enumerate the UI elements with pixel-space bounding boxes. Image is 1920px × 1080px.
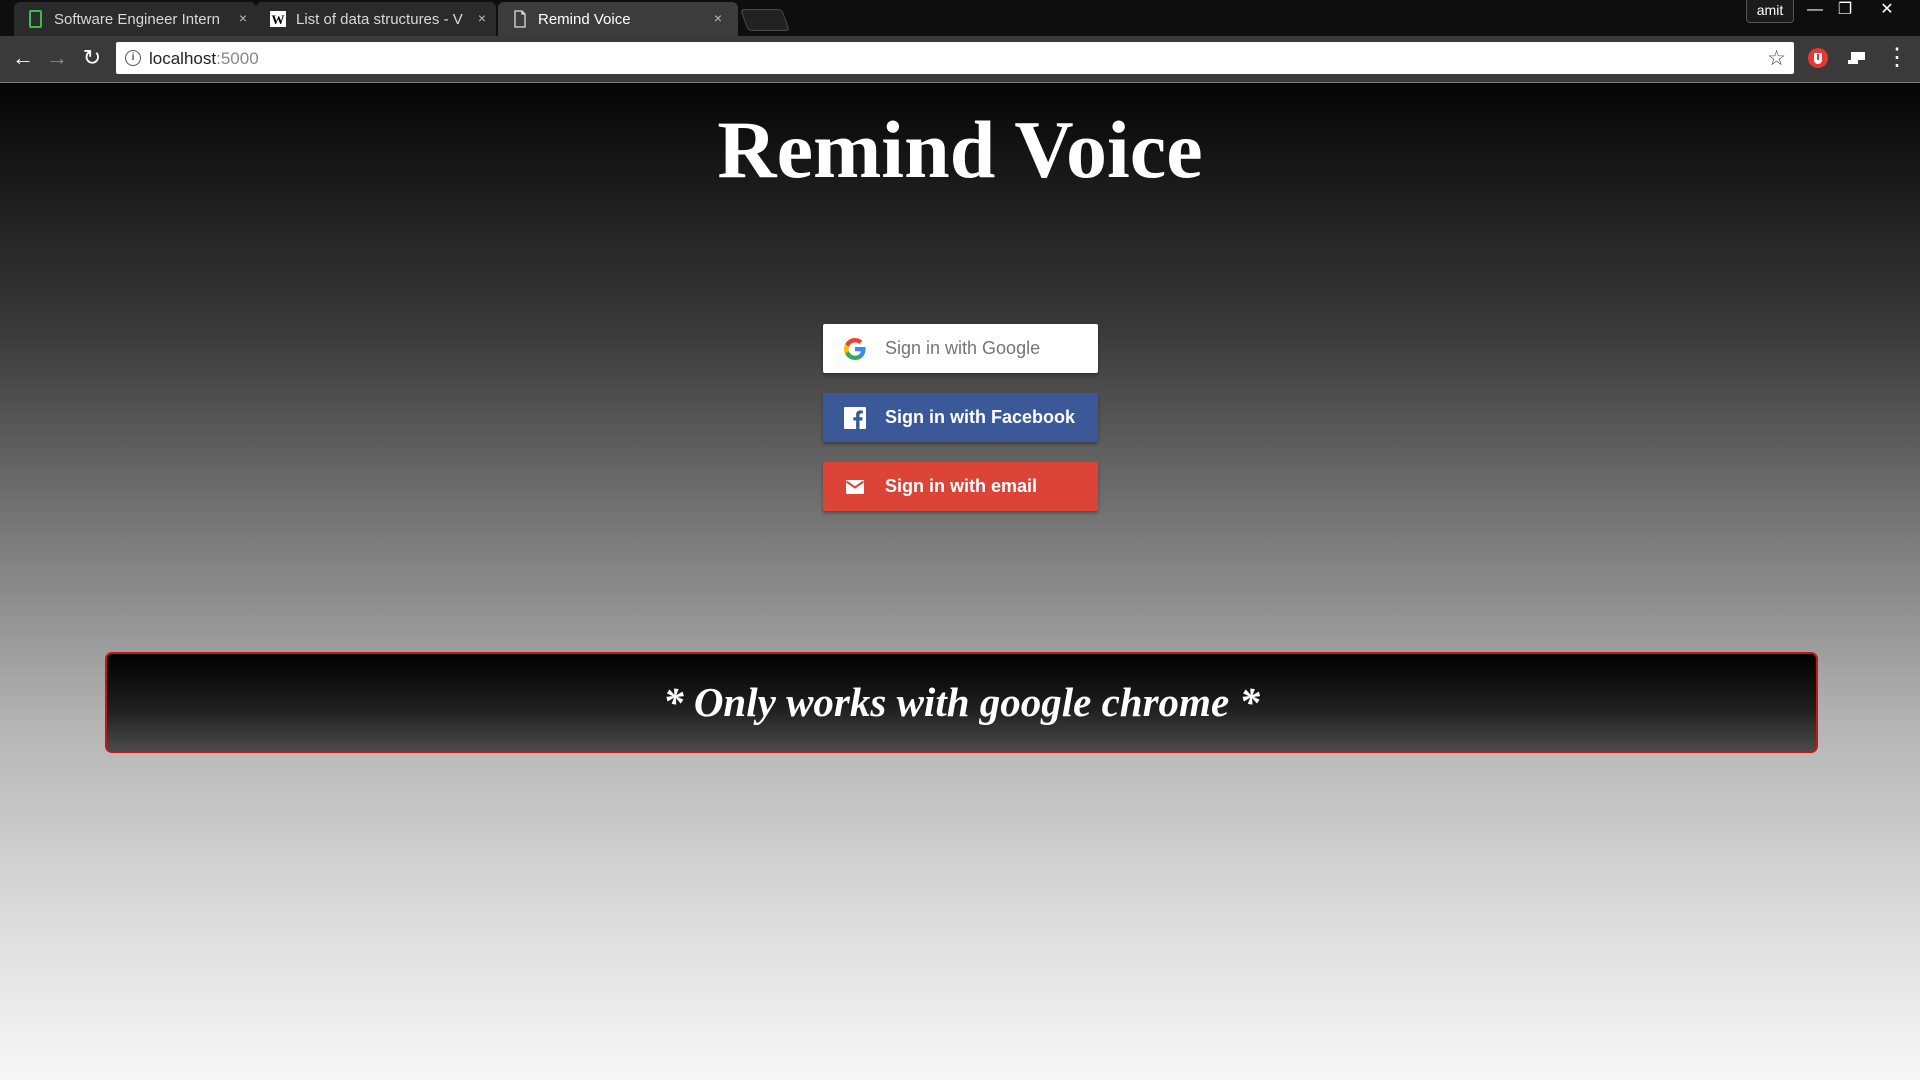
forward-arrow-icon[interactable]: →: [44, 45, 70, 71]
tab-close-icon[interactable]: ×: [235, 10, 251, 26]
svg-text:W: W: [272, 12, 285, 27]
browser-toolbar: ← → ↻ i localhost:5000 ☆ ⋮: [0, 36, 1920, 83]
info-icon[interactable]: i: [125, 50, 141, 66]
url-port: :5000: [216, 49, 259, 68]
tab-title: List of data structures - V: [296, 11, 463, 28]
sign-in-facebook-button[interactable]: Sign in with Facebook: [823, 393, 1098, 442]
document-icon: [514, 10, 526, 28]
reload-icon[interactable]: ↻: [79, 45, 105, 71]
address-bar[interactable]: i localhost:5000 ☆: [116, 42, 1794, 74]
restore-icon[interactable]: ❐: [1831, 0, 1859, 22]
browser-tab-strip: Software Engineer Intern × W List of dat…: [0, 0, 1920, 36]
sign-in-google-button[interactable]: Sign in with Google: [823, 324, 1098, 373]
url-text: localhost:5000: [149, 49, 259, 69]
adblock-extension-icon[interactable]: [1807, 47, 1829, 69]
green-page-icon: [29, 10, 42, 28]
sign-in-email-label: Sign in with email: [885, 476, 1038, 496]
tab-list-of-data-structures[interactable]: W List of data structures - V ×: [256, 2, 496, 36]
close-window-icon[interactable]: ✕: [1873, 0, 1901, 22]
back-arrow-icon[interactable]: ←: [10, 45, 36, 71]
tab-close-icon[interactable]: ×: [710, 10, 726, 26]
sign-in-facebook-label: Sign in with Facebook: [885, 407, 1076, 427]
browser-notice-banner: * Only works with google chrome *: [105, 652, 1818, 753]
url-host: localhost: [149, 49, 217, 68]
mail-icon: [845, 480, 865, 494]
facebook-logo-icon: [844, 407, 866, 429]
tab-title: Software Engineer Intern: [54, 11, 220, 28]
page-title: Remind Voice: [717, 104, 1203, 195]
menu-dots-icon[interactable]: ⋮: [1884, 45, 1910, 71]
new-tab-button[interactable]: [739, 9, 791, 31]
browser-notice-text: * Only works with google chrome *: [663, 679, 1260, 725]
cast-extension-icon[interactable]: [1846, 47, 1868, 69]
google-logo-icon: [844, 338, 866, 360]
tab-remind-voice[interactable]: Remind Voice ×: [498, 2, 738, 36]
tab-close-icon[interactable]: ×: [474, 10, 490, 26]
tab-software-engineer-intern[interactable]: Software Engineer Intern ×: [14, 2, 256, 36]
bookmark-star-icon[interactable]: ☆: [1767, 46, 1786, 71]
profile-button[interactable]: amit: [1746, 0, 1794, 23]
page-body: Remind Voice Sign in with Google Sign in…: [0, 83, 1920, 1080]
wikipedia-icon: W: [270, 11, 286, 27]
sign-in-google-label: Sign in with Google: [885, 338, 1041, 358]
minimize-icon[interactable]: —: [1801, 0, 1829, 22]
tab-title: Remind Voice: [538, 11, 631, 28]
sign-in-email-button[interactable]: Sign in with email: [823, 462, 1098, 511]
